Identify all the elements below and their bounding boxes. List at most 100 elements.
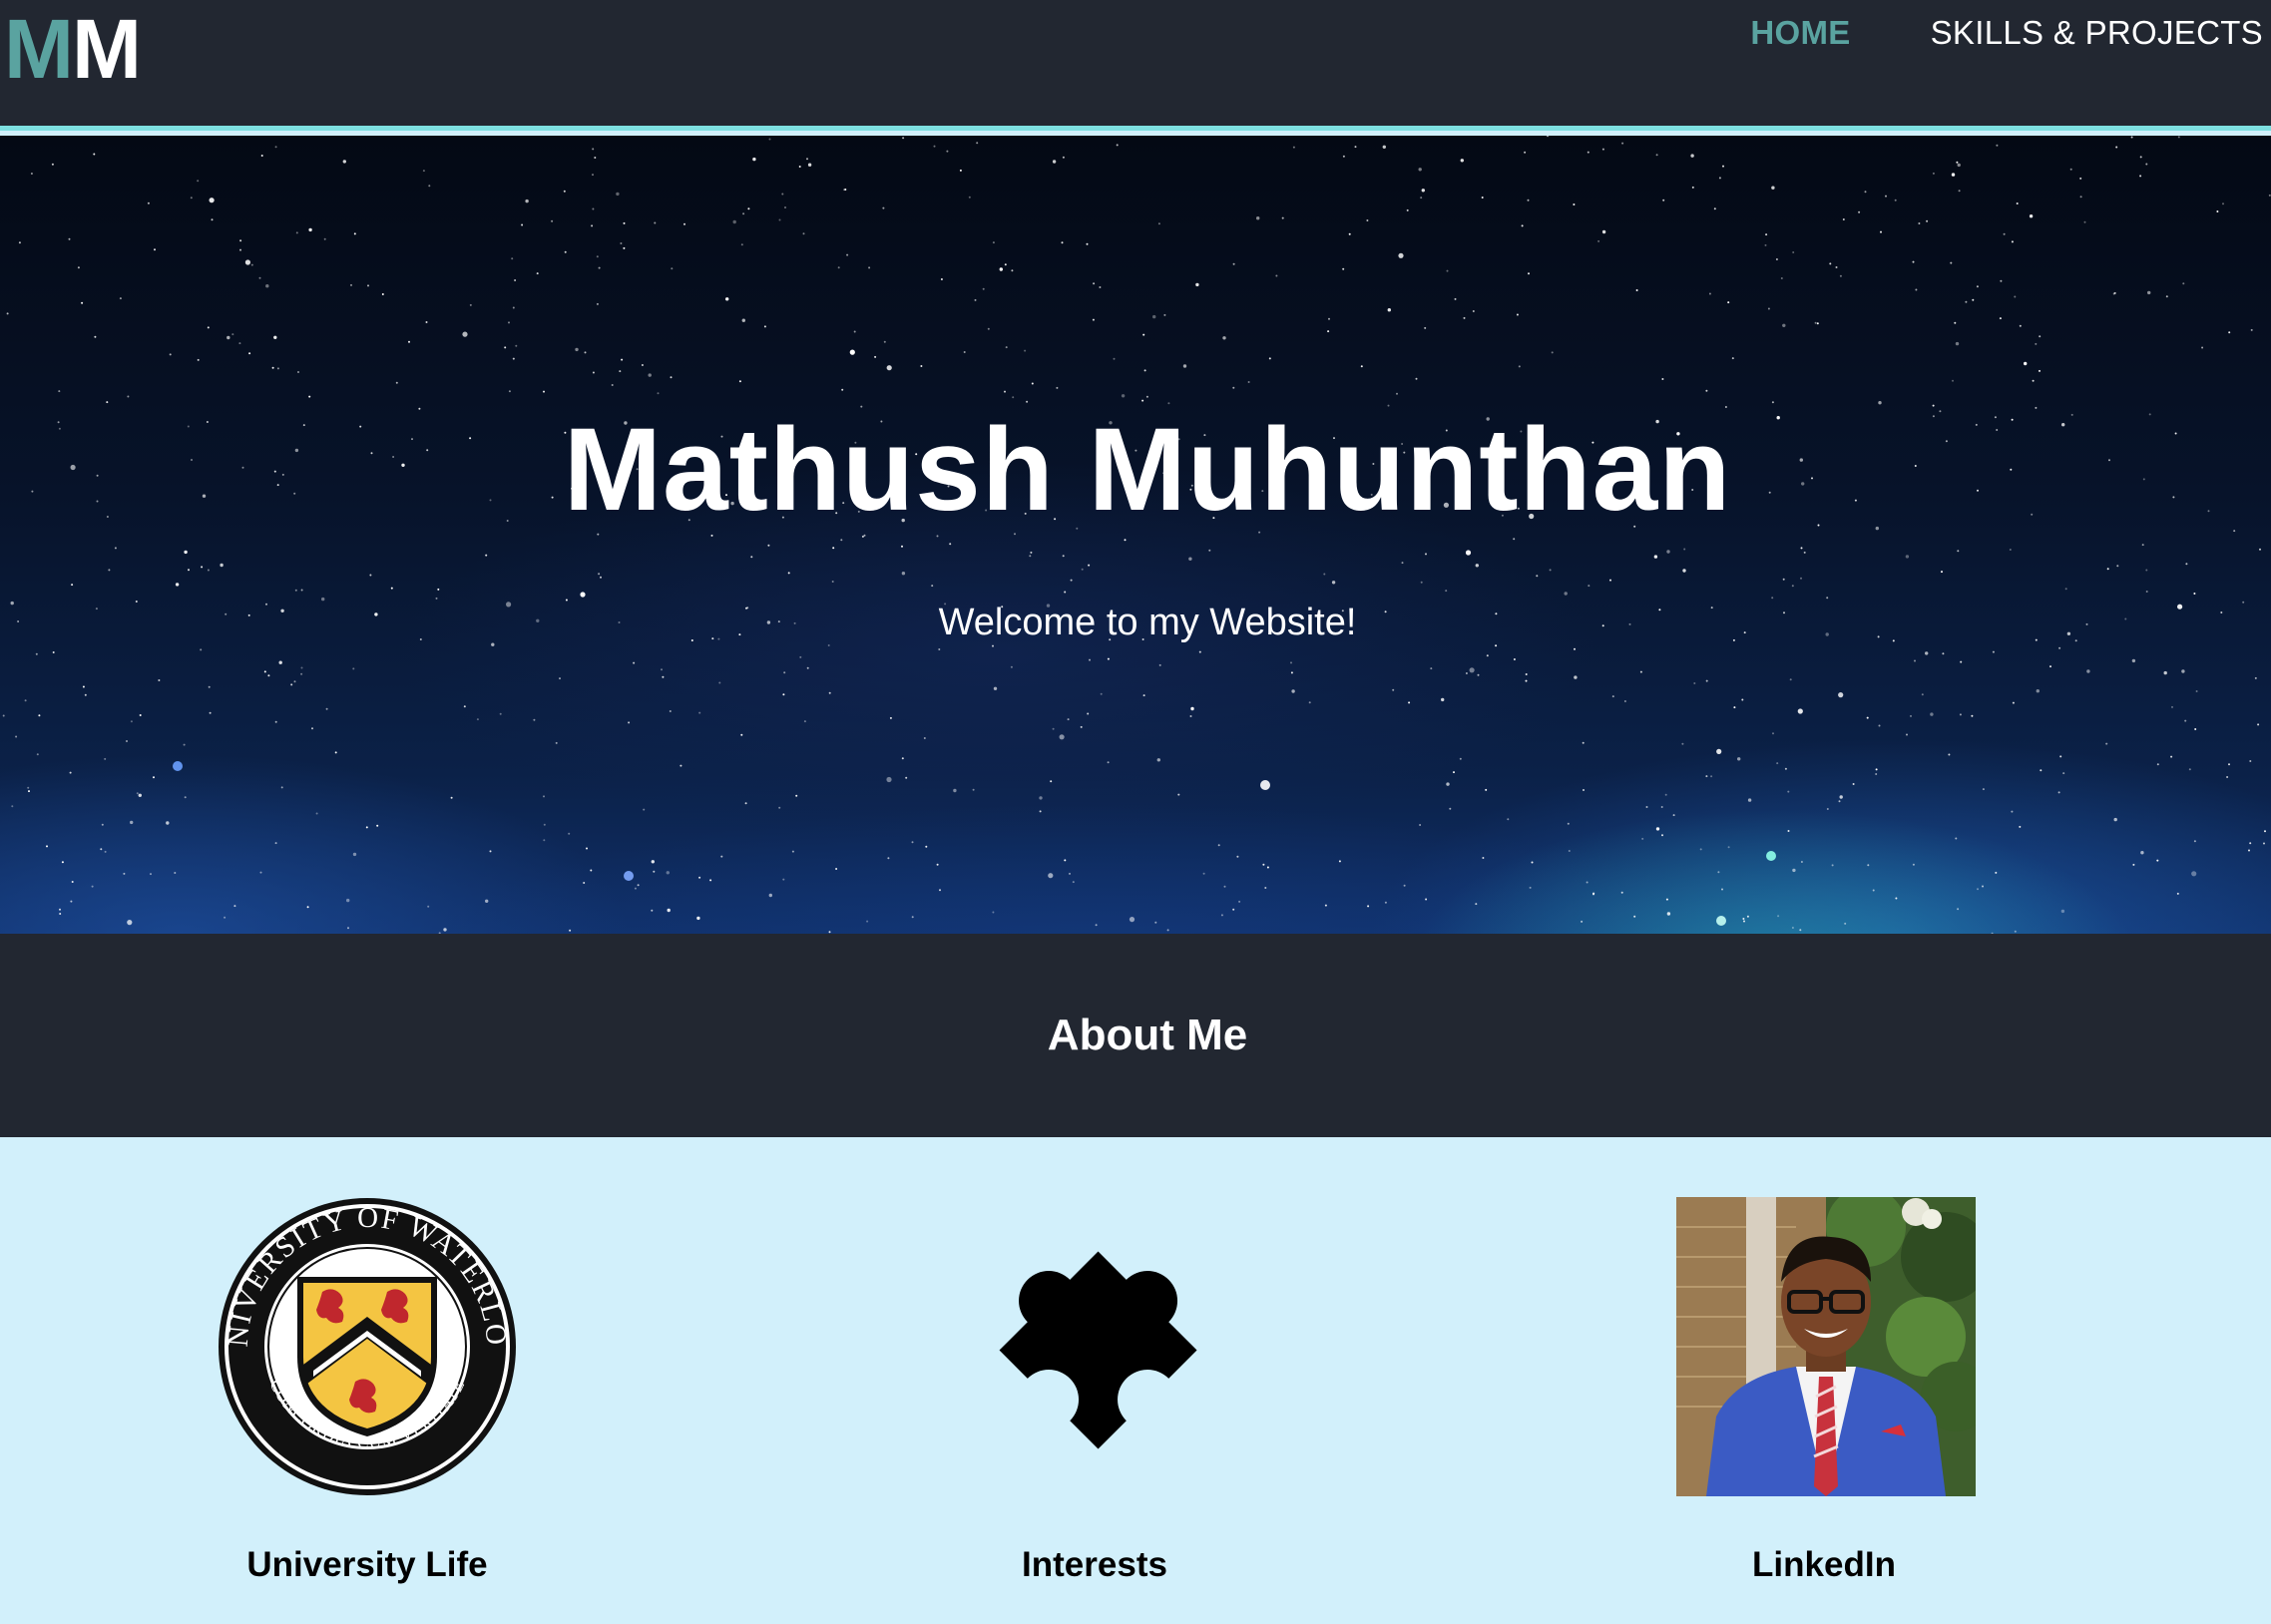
star [1308, 701, 1311, 704]
star [1048, 873, 1054, 879]
star [533, 718, 536, 721]
star [807, 163, 812, 167]
star [931, 585, 934, 588]
star [1113, 357, 1116, 360]
star [1955, 837, 1958, 840]
star [976, 142, 979, 145]
star [1401, 562, 1404, 565]
star [2058, 646, 2061, 649]
star [841, 388, 844, 391]
star [469, 303, 472, 306]
star [791, 850, 794, 853]
star [209, 198, 215, 203]
star [166, 821, 170, 825]
star [1803, 551, 1806, 554]
star [738, 380, 741, 383]
puzzle-piece-icon[interactable] [945, 1197, 1244, 1496]
star [30, 173, 33, 175]
star [752, 157, 756, 162]
star [1655, 827, 1660, 831]
star [1690, 154, 1694, 158]
star [974, 298, 977, 301]
star [992, 911, 995, 914]
star [1764, 243, 1767, 246]
card-linkedin[interactable]: LinkedIn [1575, 1137, 2073, 1624]
star [1232, 908, 1235, 911]
star [1776, 762, 1779, 765]
star [886, 776, 892, 783]
star [2185, 563, 2188, 566]
star [2019, 324, 2022, 327]
profile-photo[interactable] [1676, 1197, 1976, 1496]
star [1061, 241, 1064, 244]
star [1415, 377, 1418, 380]
star [1052, 160, 1057, 164]
star [1574, 675, 1578, 679]
star [525, 199, 529, 203]
star [680, 764, 682, 767]
university-crest-image[interactable]: UNIVERSITY OF WATERLOO CONCORDIA CUM VER… [218, 1197, 517, 1496]
star [119, 297, 122, 300]
star [2079, 177, 2082, 180]
star [2060, 909, 2065, 914]
star [1621, 142, 1624, 145]
star [2259, 548, 2261, 551]
star [920, 365, 923, 367]
nav-link-home[interactable]: HOME [1750, 14, 1850, 52]
star [1145, 395, 1148, 398]
star [2156, 859, 2159, 862]
star [1791, 585, 1794, 588]
star [623, 221, 626, 224]
star [100, 848, 103, 851]
about-section-header: About Me [0, 934, 2271, 1137]
star [1475, 564, 1480, 568]
nav-link-skills-projects[interactable]: SKILLS & PROJECTS [1931, 14, 2263, 52]
star [1324, 904, 1327, 907]
star [832, 547, 835, 550]
star [840, 539, 843, 542]
star [902, 137, 905, 140]
star [653, 870, 656, 873]
star [82, 685, 85, 688]
star [2145, 591, 2148, 593]
star [197, 180, 200, 183]
star [911, 916, 914, 919]
star [1567, 822, 1570, 825]
star [1465, 550, 1472, 556]
star [698, 876, 701, 879]
star [1948, 753, 1951, 756]
star [1142, 694, 1145, 697]
star [1999, 317, 2002, 320]
star [1525, 673, 1528, 675]
star [1163, 313, 1166, 316]
star [1672, 814, 1675, 817]
star [768, 893, 772, 898]
star [901, 545, 903, 548]
star [866, 920, 869, 923]
star [1342, 155, 1345, 158]
star [1069, 872, 1071, 875]
star [799, 655, 802, 658]
star [2032, 379, 2035, 382]
star [1844, 922, 1847, 925]
star [1653, 555, 1658, 559]
star [1792, 868, 1796, 873]
star [1864, 191, 1867, 194]
star [596, 302, 599, 305]
star [1460, 159, 1465, 163]
star [828, 691, 831, 694]
site-logo[interactable]: MM [4, 4, 142, 94]
star [1866, 716, 1869, 719]
card-interests[interactable]: Interests [845, 1137, 1344, 1624]
star [443, 928, 447, 932]
star [564, 250, 567, 253]
star [1425, 898, 1428, 901]
star [2216, 210, 2219, 212]
star [781, 193, 784, 196]
card-university-life[interactable]: UNIVERSITY OF WATERLOO CONCORDIA CUM VER… [118, 1137, 617, 1624]
star [1088, 564, 1091, 567]
star [108, 569, 111, 572]
star [543, 390, 545, 393]
star [1852, 783, 1855, 785]
star [1895, 897, 1898, 900]
